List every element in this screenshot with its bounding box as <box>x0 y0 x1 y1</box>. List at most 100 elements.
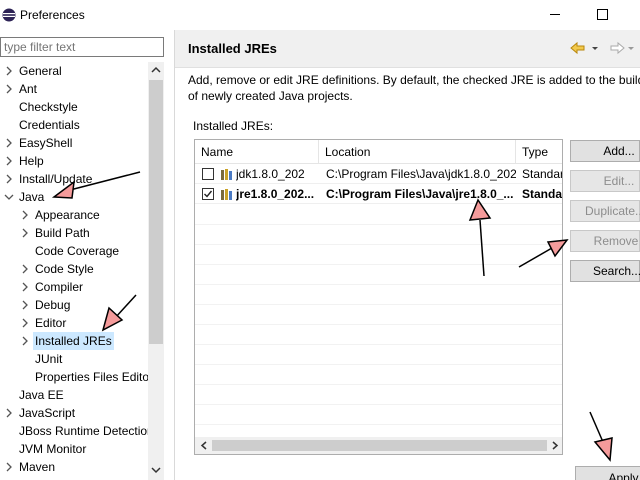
jre-location: C:\Program Files\Java\jdk1.8.0_202 <box>326 167 516 181</box>
tree-item-label: Help <box>19 154 44 168</box>
row-gridline <box>195 404 562 405</box>
tree-item-label: Editor <box>35 316 67 330</box>
tree-item-label: Debug <box>35 298 71 312</box>
chevron-right-icon[interactable] <box>20 314 30 332</box>
tree-item[interactable]: Code Style <box>16 260 96 278</box>
chevron-right-icon[interactable] <box>4 458 14 476</box>
scroll-down-arrow-icon[interactable] <box>148 462 164 478</box>
chevron-right-icon[interactable] <box>20 278 30 296</box>
nav-forward-dropdown-icon[interactable] <box>627 39 635 57</box>
tree-item[interactable]: JBoss Runtime Detection <box>0 422 148 440</box>
table-row[interactable]: jre1.8.0_202... C:\Program Files\Java\jr… <box>195 184 563 204</box>
table-row[interactable]: jdk1.8.0_202 C:\Program Files\Java\jdk1.… <box>195 164 563 184</box>
jre-name: jdk1.8.0_202 <box>236 167 305 181</box>
jre-type: Standar <box>522 167 563 181</box>
jre-name: jre1.8.0_202... <box>236 187 315 201</box>
tree-item-label: Compiler <box>35 280 84 294</box>
minimize-button[interactable] <box>532 0 578 30</box>
chevron-right-icon[interactable] <box>4 134 14 152</box>
window-title: Preferences <box>20 8 85 22</box>
tree-item[interactable]: Properties Files Editor <box>16 368 148 386</box>
tree-item[interactable]: Debug <box>16 296 72 314</box>
tree-item-label: JUnit <box>35 352 63 366</box>
nav-forward-icon[interactable] <box>609 39 625 57</box>
scroll-up-arrow-icon[interactable] <box>148 62 164 78</box>
row-gridline <box>195 244 562 245</box>
row-gridline <box>195 264 562 265</box>
tree-item[interactable]: Build Path <box>16 224 92 242</box>
installed-jres-table[interactable]: Name Location Type jdk1.8.0_202 C:\Progr… <box>194 139 563 455</box>
preference-page: Installed JREs Add, remove or edit JRE d… <box>175 30 640 480</box>
nav-back-icon[interactable] <box>570 39 586 57</box>
tree-item-label: Java EE <box>19 388 64 402</box>
tree-item-label: Java <box>19 190 45 204</box>
jre-checkbox-checked[interactable] <box>202 188 214 200</box>
tree-item[interactable]: Install/Update <box>0 170 94 188</box>
chevron-right-icon[interactable] <box>20 296 30 314</box>
row-gridline <box>195 304 562 305</box>
filter-input[interactable] <box>0 37 164 57</box>
tree-item[interactable]: Installed JREs <box>16 332 114 350</box>
scrollbar-thumb[interactable] <box>149 80 163 344</box>
tree-item[interactable]: Java EE <box>0 386 66 404</box>
tree-vertical-scrollbar[interactable] <box>148 62 164 480</box>
chevron-right-icon[interactable] <box>4 80 14 98</box>
chevron-right-icon[interactable] <box>20 206 30 224</box>
tree-item[interactable]: Maven <box>0 458 57 476</box>
tree-item[interactable]: EasyShell <box>0 134 74 152</box>
row-gridline <box>195 344 562 345</box>
table-header: Name Location Type <box>195 140 562 164</box>
tree-item-label: General <box>19 64 62 78</box>
edit-button[interactable]: Edit... <box>570 170 640 192</box>
tree-item[interactable]: Credentials <box>0 116 82 134</box>
tree-item[interactable]: Checkstyle <box>0 98 80 116</box>
tree-item[interactable]: Help <box>0 152 46 170</box>
tree-item[interactable]: Code Coverage <box>16 242 121 260</box>
column-header-location[interactable]: Location <box>319 140 516 164</box>
tree-item-label: Properties Files Editor <box>35 370 148 384</box>
table-horizontal-scrollbar[interactable] <box>195 437 562 454</box>
chevron-right-icon[interactable] <box>20 332 30 350</box>
maximize-button[interactable] <box>582 0 628 30</box>
column-header-name[interactable]: Name <box>195 140 319 164</box>
chevron-right-icon[interactable] <box>4 152 14 170</box>
tree-item[interactable]: JUnit <box>16 350 64 368</box>
preferences-navigation: General Ant Checkstyle Credentials EasyShell… <box>0 30 174 480</box>
remove-button[interactable]: Remove <box>570 230 640 252</box>
jre-type: Standar <box>522 187 563 201</box>
tree-item-label: Install/Update <box>19 172 93 186</box>
tree-item-label: Appearance <box>35 208 100 222</box>
scroll-right-arrow-icon[interactable] <box>550 440 560 454</box>
add-button[interactable]: Add... <box>570 140 640 162</box>
apply-button[interactable]: Apply <box>575 466 640 480</box>
tree-item[interactable]: JVM Monitor <box>0 440 88 458</box>
jre-library-icon <box>220 167 234 181</box>
tree-item[interactable]: JavaScript <box>0 404 77 422</box>
scroll-left-arrow-icon[interactable] <box>199 440 209 454</box>
duplicate-button[interactable]: Duplicate... <box>570 200 640 222</box>
jre-checkbox[interactable] <box>202 168 214 180</box>
scrollbar-thumb[interactable] <box>212 440 547 451</box>
jre-location: C:\Program Files\Java\jre1.8.0_... <box>326 187 514 201</box>
chevron-right-icon[interactable] <box>4 170 14 188</box>
chevron-right-icon[interactable] <box>4 404 14 422</box>
tree-item-label: Credentials <box>19 118 80 132</box>
column-header-type[interactable]: Type <box>516 140 562 164</box>
tree-item[interactable]: Java <box>0 188 46 206</box>
tree-item-label: JVM Monitor <box>19 442 87 456</box>
tree-item[interactable]: Compiler <box>16 278 85 296</box>
chevron-right-icon[interactable] <box>20 224 30 242</box>
page-header: Installed JREs <box>175 30 640 68</box>
tree-item[interactable]: Ant <box>0 80 39 98</box>
tree-item[interactable]: General <box>0 62 64 80</box>
search-button[interactable]: Search... <box>570 260 640 282</box>
chevron-right-icon[interactable] <box>20 260 30 278</box>
tree-item-label: JavaScript <box>19 406 76 420</box>
nav-back-dropdown-icon[interactable] <box>591 39 599 57</box>
eclipse-icon <box>2 8 16 22</box>
tree-item[interactable]: Appearance <box>16 206 102 224</box>
chevron-right-icon[interactable] <box>4 62 14 80</box>
row-gridline <box>195 364 562 365</box>
tree-item[interactable]: Editor <box>16 314 68 332</box>
chevron-down-icon[interactable] <box>4 188 14 206</box>
